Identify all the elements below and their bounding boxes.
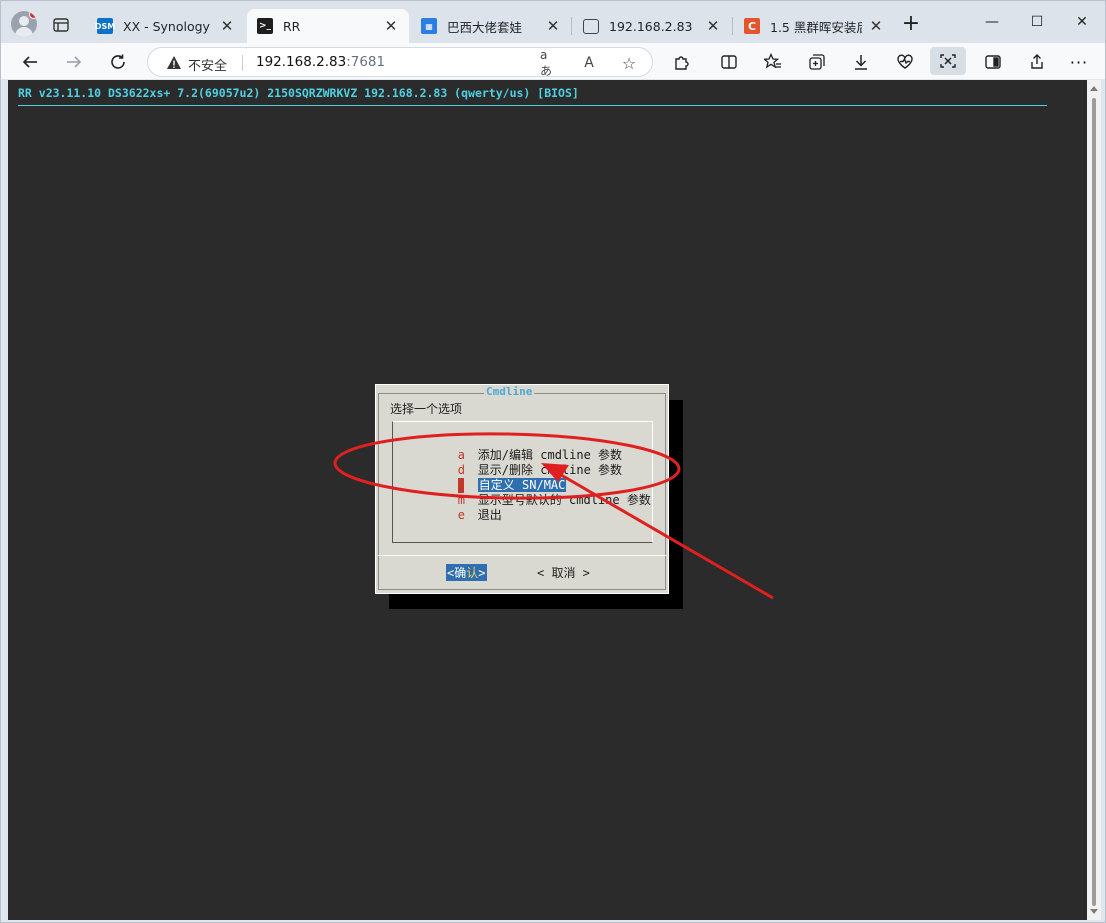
performance-heart-icon[interactable] xyxy=(892,49,918,75)
url-host: 192.168.2.83 xyxy=(256,54,347,70)
c-logo-icon: C xyxy=(744,18,760,34)
collections-icon[interactable] xyxy=(804,49,830,75)
close-icon[interactable]: ✕ xyxy=(219,17,235,35)
address-bar[interactable]: 不安全 192.168.2.83:7681 aあ A ☆ xyxy=(147,47,653,78)
share-icon[interactable] xyxy=(1024,49,1050,75)
menu-item-exit[interactable]: e 退出 xyxy=(400,493,502,522)
cancel-button[interactable]: < 取消 > xyxy=(537,564,590,581)
tab-actions-icon[interactable] xyxy=(49,13,73,37)
menu-item-show-delete[interactable]: d 显示/删除 cmdline 参数 xyxy=(400,448,622,477)
terminal-header-rule xyxy=(18,105,1047,106)
tab-rr[interactable]: >_ RR ✕ xyxy=(247,9,409,43)
menu-item-model-defaults[interactable]: m 显示型号默认的 cmdline 参数 xyxy=(400,478,651,507)
ok-label-hotkey: 认 xyxy=(466,566,479,580)
close-icon[interactable]: ✕ xyxy=(383,17,399,35)
dialog-separator xyxy=(378,555,666,556)
divider xyxy=(242,55,243,71)
favorite-star-icon[interactable]: ☆ xyxy=(620,54,638,73)
vertical-scrollbar[interactable] xyxy=(1087,80,1101,920)
tab-brazil[interactable]: ▦ 巴西大佬套娃 ✕ xyxy=(411,9,571,43)
dialog-prompt: 选择一个选项 xyxy=(390,402,463,416)
warning-icon[interactable] xyxy=(166,55,182,71)
tab-title: 1.5 黑群晖安装后添加 xyxy=(770,19,862,35)
menu-label: 显示型号默认的 cmdline 参数 xyxy=(477,493,651,507)
tab-title: 巴西大佬套娃 xyxy=(447,19,523,35)
terminal-icon: >_ xyxy=(257,18,273,34)
sidebar-icon[interactable] xyxy=(980,49,1006,75)
tab-ip[interactable]: 192.168.2.83 ✕ xyxy=(573,9,731,43)
refresh-icon[interactable] xyxy=(104,48,132,76)
tab-separator xyxy=(571,17,572,35)
ok-label-first: 确 xyxy=(454,566,467,580)
tab-synology[interactable]: DSM XX - Synology NAS ✕ xyxy=(87,9,245,43)
menu-item-add-edit[interactable]: a 添加/编辑 cmdline 参数 xyxy=(400,433,622,462)
minimize-icon[interactable]: — xyxy=(969,7,1015,37)
tab-strip: DSM XX - Synology NAS ✕ >_ RR ✕ ▦ 巴西大佬套娃… xyxy=(1,1,1105,45)
screenshot-icon[interactable] xyxy=(930,47,966,75)
maximize-icon[interactable]: ☐ xyxy=(1014,7,1060,37)
menu-item-custom-sn-mac[interactable]: s 自定义 SN/MAC xyxy=(400,463,567,493)
dsm-icon: DSM xyxy=(95,18,115,34)
browser-window: DSM XX - Synology NAS ✕ >_ RR ✕ ▦ 巴西大佬套娃… xyxy=(0,0,1106,923)
extensions-icon[interactable] xyxy=(668,49,694,75)
tab-title: RR xyxy=(283,18,301,34)
scrollbar-thumb[interactable] xyxy=(1092,98,1096,906)
scroll-down-icon[interactable] xyxy=(1090,909,1098,914)
close-window-icon[interactable]: ✕ xyxy=(1059,7,1105,37)
tab-install-guide[interactable]: C 1.5 黑群晖安装后添加 ✕ xyxy=(734,9,894,43)
scroll-up-icon[interactable] xyxy=(1090,86,1098,91)
ok-right-bracket: > xyxy=(478,566,486,580)
new-tab-icon[interactable]: + xyxy=(899,13,923,37)
favorites-icon[interactable] xyxy=(760,49,786,75)
close-icon[interactable]: ✕ xyxy=(705,17,721,35)
back-icon[interactable] xyxy=(16,48,44,76)
read-aloud-icon[interactable]: A xyxy=(580,54,598,72)
tab-title: XX - Synology NAS xyxy=(123,18,213,34)
security-label[interactable]: 不安全 xyxy=(188,55,227,74)
forward-icon[interactable] xyxy=(60,48,88,76)
more-menu-icon[interactable]: ··· xyxy=(1066,49,1092,75)
ok-button[interactable]: <确认> xyxy=(446,564,487,581)
terminal-viewport[interactable]: RR v23.11.10 DS3622xs+ 7.2(69057u2) 2150… xyxy=(8,80,1087,920)
url-port: :7681 xyxy=(346,54,386,70)
close-icon[interactable]: ✕ xyxy=(545,17,561,35)
url-text[interactable]: 192.168.2.83:7681 xyxy=(256,54,385,70)
grid-icon: ▦ xyxy=(421,18,437,34)
split-screen-icon[interactable] xyxy=(716,49,742,75)
immersive-reader-icon[interactable]: aあ xyxy=(540,48,558,78)
profile-avatar-icon[interactable] xyxy=(11,11,37,37)
tab-title: 192.168.2.83 xyxy=(609,18,693,34)
menu-label: 退出 xyxy=(477,508,502,522)
notification-dot xyxy=(29,11,37,19)
tab-separator xyxy=(732,17,733,35)
menu-key: e xyxy=(457,508,466,522)
close-icon[interactable]: ✕ xyxy=(868,17,884,35)
cmdline-dialog: Cmdline 选择一个选项 a 添加/编辑 cmdline 参数 d 显示/删除 … xyxy=(375,384,669,594)
downloads-icon[interactable] xyxy=(848,49,874,75)
toolbar: 不安全 192.168.2.83:7681 aあ A ☆ ··· xyxy=(1,43,1105,79)
terminal-header: RR v23.11.10 DS3622xs+ 7.2(69057u2) 2150… xyxy=(18,86,579,100)
dialog-title: Cmdline xyxy=(484,385,535,398)
page-icon xyxy=(583,18,599,34)
